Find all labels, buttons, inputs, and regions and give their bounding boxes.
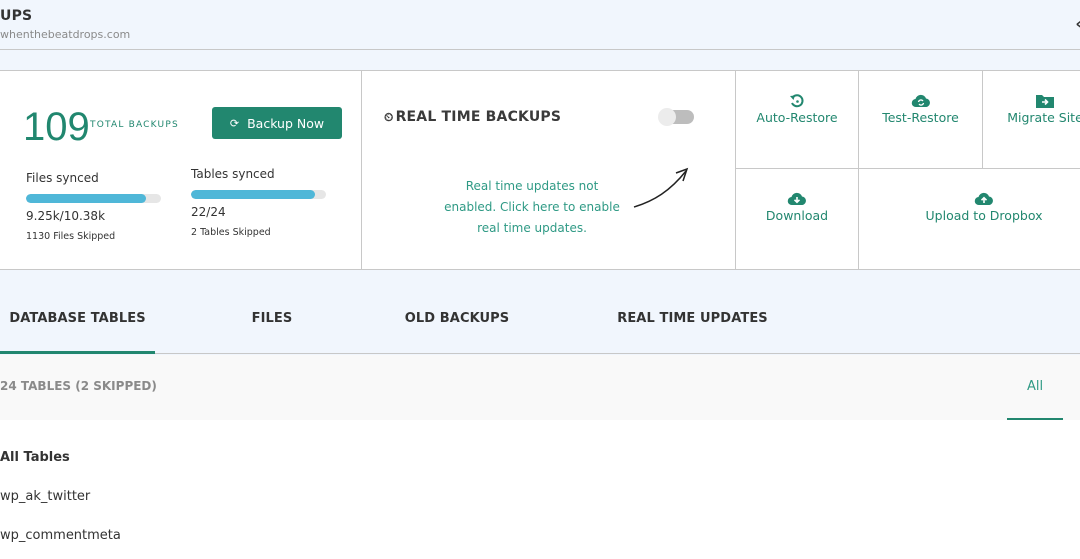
filter-all[interactable]: All [1007,355,1063,420]
tables-subbar: 24 TABLES (2 SKIPPED) All [0,355,1080,420]
realtime-title-text: REAL TIME BACKUPS [395,109,562,125]
migrate-site-button[interactable]: Migrate Site [983,71,1080,169]
realtime-toggle[interactable] [658,108,694,126]
timer-icon: ⏲ [384,109,394,124]
tab-old-backups[interactable]: OLD BACKUPS [395,290,519,354]
folder-arrow-icon [1036,93,1054,109]
files-progress-bar [26,194,161,203]
test-restore-button[interactable]: Test-Restore [859,71,983,169]
total-backups-count: 109 [23,105,90,149]
tables-count: 24 TABLES (2 SKIPPED) [0,379,157,393]
backup-summary-panel: 109 TOTAL BACKUPS ⟳ Backup Now Files syn… [0,70,1080,270]
download-label: Download [765,208,829,223]
files-skipped: 1130 Files Skipped [26,231,116,242]
arrow-icon [633,167,689,208]
all-tables-header[interactable]: All Tables [0,450,70,465]
cloud-upload-icon [974,191,994,207]
page-title: UPS [0,8,33,24]
migrate-site-label: Migrate Site [1007,110,1080,125]
upload-dropbox-label: Upload to Dropbox [925,208,1043,223]
files-synced: Files synced 9.25k/10.38k 1130 Files Ski… [26,171,161,242]
tables-synced: Tables synced 22/24 2 Tables Skipped [191,167,326,238]
files-progress-fill [26,194,147,203]
tables-progress-bar [191,190,326,199]
upload-dropbox-button[interactable]: Upload to Dropbox [859,169,1080,269]
sync-icon: ⟳ [229,116,240,130]
chevron-left-icon[interactable]: ‹ [1075,14,1080,33]
enable-realtime-link[interactable]: Real time updates not enabled. Click her… [442,176,622,239]
tab-database-tables[interactable]: DATABASE TABLES [0,290,155,354]
test-restore-label: Test-Restore [882,110,959,125]
tab-bar: DATABASE TABLES FILES OLD BACKUPS REAL T… [0,290,1080,354]
list-item[interactable]: wp_ak_twitter [0,489,90,504]
backup-actions: Auto-Restore Test-Restore Migrate Site D… [736,71,1080,269]
tab-real-time-updates[interactable]: REAL TIME UPDATES [610,290,775,354]
files-synced-value: 9.25k/10.38k [26,209,106,223]
files-synced-label: Files synced [26,171,99,185]
tab-files[interactable]: FILES [220,290,324,354]
toggle-knob [658,108,676,126]
site-url: whenthebeatdrops.com [0,28,131,41]
backup-now-button[interactable]: ⟳ Backup Now [212,107,342,139]
tables-synced-label: Tables synced [191,167,275,181]
realtime-title: ⏲ REAL TIME BACKUPS [384,109,561,125]
list-item[interactable]: wp_commentmeta [0,528,121,543]
restore-icon [789,93,805,109]
auto-restore-button[interactable]: Auto-Restore [736,71,859,169]
total-backups-label: TOTAL BACKUPS [90,120,179,130]
realtime-backups-section: ⏲ REAL TIME BACKUPS Real time updates no… [362,71,736,269]
cloud-sync-icon [911,93,931,109]
backup-stats: 109 TOTAL BACKUPS ⟳ Backup Now Files syn… [0,71,362,269]
cloud-download-icon [787,191,807,207]
tables-progress-fill [191,190,316,199]
backup-now-label: Backup Now [247,115,325,131]
site-header: UPS whenthebeatdrops.com ‹ [0,0,1080,50]
tables-synced-value: 22/24 [191,205,226,219]
tables-skipped: 2 Tables Skipped [191,227,271,238]
tables-list: All Tables wp_ak_twitter wp_commentmeta [0,420,1080,559]
auto-restore-label: Auto-Restore [756,110,838,125]
download-button[interactable]: Download [736,169,859,269]
